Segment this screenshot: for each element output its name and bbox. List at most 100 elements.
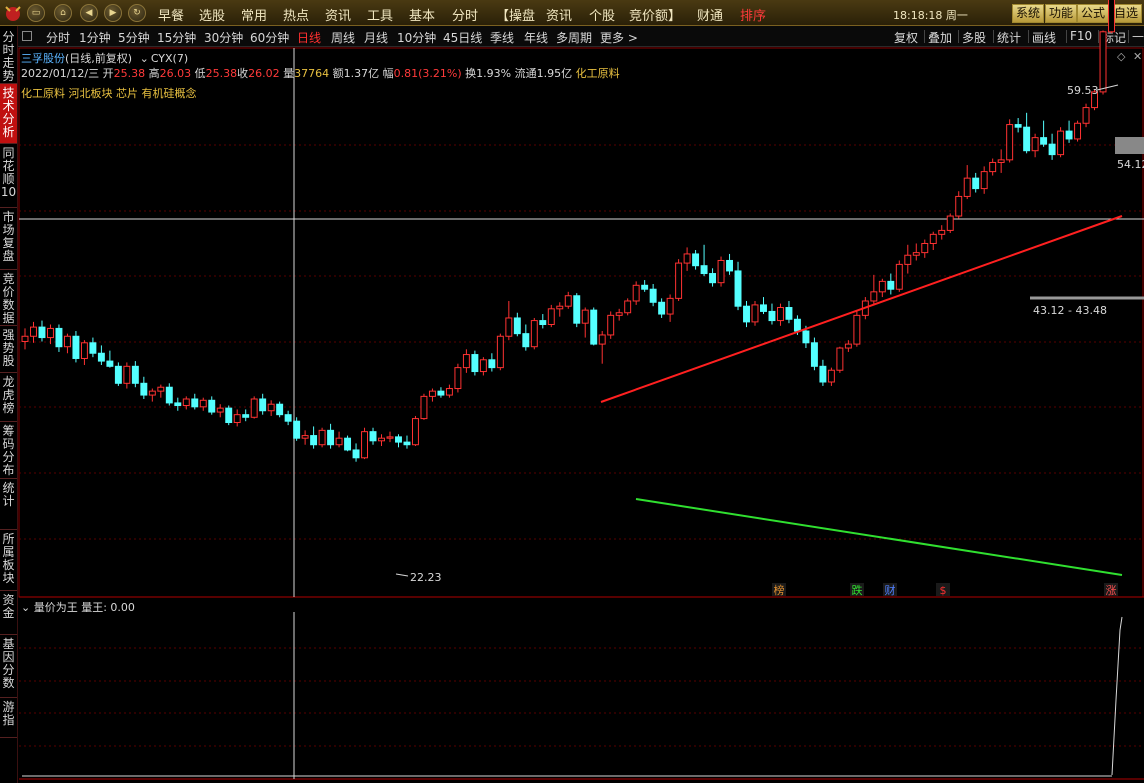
turnover-label: 换 [465,67,477,80]
candle-body [55,327,63,348]
indicator-dropdown-icon[interactable]: ⌄ [140,52,149,65]
low-price-arrow [395,573,409,577]
close-label: 收 [237,67,249,80]
candle-body [776,307,784,322]
candle-body [513,317,521,335]
candle-body [658,301,666,315]
candle-body [649,288,657,303]
candle-body [395,436,402,443]
candle-body [496,335,504,369]
turnover-value: 1.93% [476,67,512,80]
indicator-name[interactable]: CYX(7) [151,52,188,65]
candle-body [972,177,980,190]
candle-body [403,441,411,446]
candle-body [63,335,71,348]
candle-body [1065,130,1073,140]
volume-king-line [1111,616,1123,776]
candle-body [785,307,793,320]
open-value: 25.38 [113,67,146,80]
candle-body [547,308,555,326]
candle-body [1074,122,1082,140]
candle-body [955,195,963,217]
candle-body [378,437,385,442]
event-marker[interactable]: 跌 [852,583,863,597]
candle-body [683,253,691,264]
candle-body [46,327,54,339]
candle-body [318,429,326,446]
candle-body [420,395,428,420]
float-label: 流通 [514,67,537,80]
candle-body [980,171,988,190]
volume-value: 37764 [294,67,330,80]
range-highlight-box [1115,137,1144,154]
candle-body [106,360,114,367]
subpanel-title[interactable]: 量价为王 [34,601,78,614]
candle-body [700,265,708,275]
candle-body [174,402,182,407]
stock-name[interactable]: 三孚股份 [21,52,65,65]
candle-body [259,398,267,412]
candle-body [743,305,750,323]
candle-body [148,390,156,396]
candle-body [428,390,436,397]
candle-body [182,398,190,407]
candle-body [870,291,878,302]
candle-body [802,330,810,344]
candle-body [276,403,284,416]
candle-body [819,365,827,383]
candle-body [641,284,649,290]
support-trendline[interactable] [635,498,1123,576]
candle-body [505,317,513,337]
candle-body [692,253,700,267]
close-value: 26.02 [248,67,280,80]
candle-body [1040,137,1048,145]
amount-value: 1.37亿 [343,67,380,80]
kline-chart[interactable]: 59.53 54.12 43.12 - 43.48 22.23 榜 跌 财 $ 涨 [0,0,1144,783]
candle-body [564,295,572,307]
candle-body [310,435,318,446]
subpanel-dropdown-icon[interactable]: ⌄ [21,601,30,614]
candle-body [191,398,199,408]
candle-body [199,399,207,408]
low-value: 25.38 [205,67,238,80]
candle-body [1014,124,1022,128]
candle-body [361,431,369,459]
candle-body [590,309,598,345]
change-label: 幅 [382,67,394,80]
chart-mode: (日线,前复权) [65,52,133,65]
high-value: 26.03 [159,67,192,80]
amount-label: 额 [332,67,344,80]
candle-body [72,335,80,359]
candle-body [1031,137,1039,152]
candle-body [225,407,233,424]
open-label: 开 [102,67,114,80]
volume-label: 量 [283,67,295,80]
event-marker[interactable]: 涨 [1106,584,1117,597]
concept-tags[interactable]: 化工原料 河北板块 芯片 有机硅概念 [21,85,197,101]
candle-body [335,437,343,446]
candle-body [344,437,352,451]
close-icon[interactable]: ✕ [1133,50,1142,63]
event-marker[interactable]: 财 [885,583,896,597]
high-label: 高 [148,67,160,80]
candle-body [1099,31,1107,93]
event-marker[interactable]: 榜 [774,583,785,597]
subpanel-indicator: 量王: 0.00 [81,601,135,614]
candle-body [989,161,997,173]
event-marker[interactable]: $ [940,584,947,597]
candle-body [284,414,292,422]
candle-body [1082,107,1090,124]
candle-body [488,359,496,369]
diamond-icon[interactable]: ◇ [1117,50,1125,63]
candle-body [760,304,767,312]
industry[interactable]: 化工原料 [576,67,620,80]
candle-body [836,347,844,371]
candle-body [709,273,717,284]
candle-body [556,305,564,310]
candle-body [963,177,971,197]
candle-body [530,320,538,348]
candle-body [573,295,581,324]
candle-body [1023,126,1031,152]
float-value: 1.95亿 [536,67,573,80]
candle-body [216,407,224,413]
